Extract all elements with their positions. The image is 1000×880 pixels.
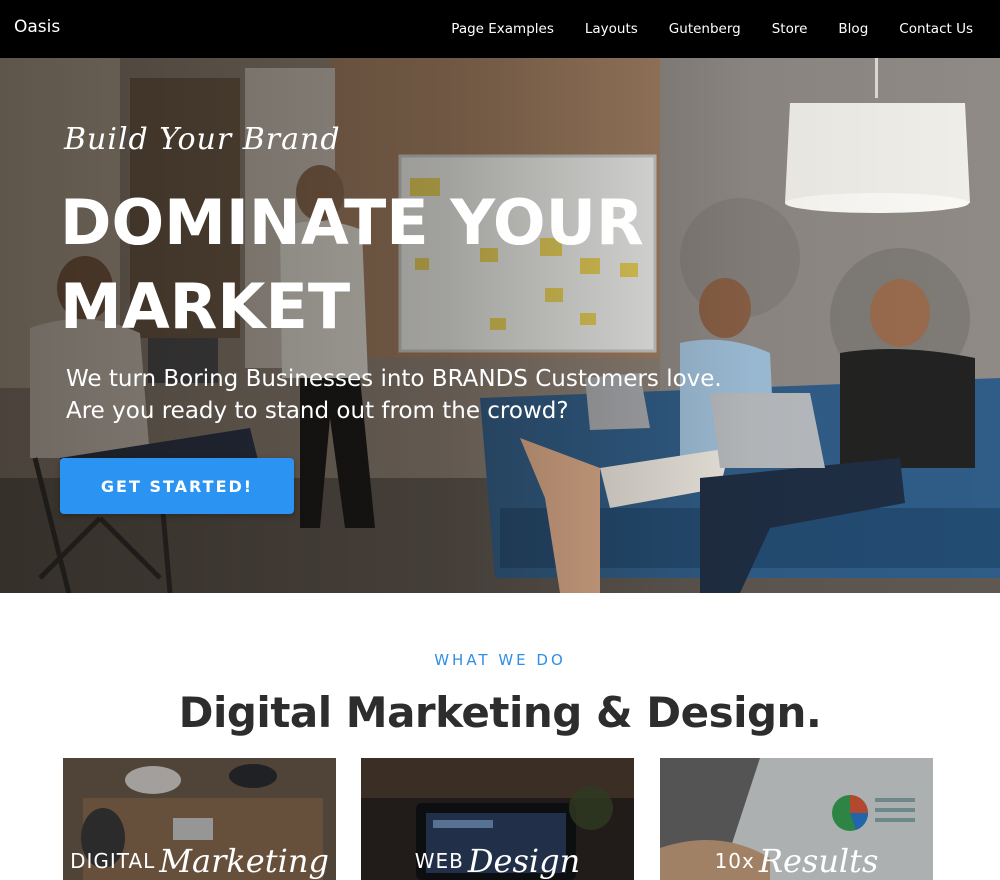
top-navigation-bar: Oasis Page Examples Layouts Gutenberg St… xyxy=(0,0,1000,58)
hero-subtext: We turn Boring Businesses into BRANDS Cu… xyxy=(66,363,746,427)
service-card-label-plain: WEB xyxy=(414,849,464,873)
service-card-label-plain: DIGITAL xyxy=(70,849,156,873)
nav-item-store[interactable]: Store xyxy=(772,21,808,37)
service-card-label: 10x Results xyxy=(660,842,933,880)
hero-subtext-line-1: We turn Boring Businesses into BRANDS Cu… xyxy=(66,366,722,392)
service-card-label: WEB Design xyxy=(361,842,634,880)
service-card-web-design[interactable]: WEB Design xyxy=(361,758,634,880)
hero-headline-line-2: MARKET xyxy=(60,270,351,343)
nav-item-contact-us[interactable]: Contact Us xyxy=(899,21,973,37)
site-logo[interactable]: Oasis xyxy=(14,17,60,37)
service-card-label-script: Results xyxy=(758,842,879,880)
section-eyebrow: WHAT WE DO xyxy=(434,651,566,669)
hero-subtext-line-2: Are you ready to stand out from the crow… xyxy=(66,398,569,424)
service-card-10x-results[interactable]: 10x Results xyxy=(660,758,933,880)
main-menu: Page Examples Layouts Gutenberg Store Bl… xyxy=(451,0,1000,58)
hero-headline-line-1: DOMINATE YOUR xyxy=(60,186,644,259)
nav-item-blog[interactable]: Blog xyxy=(838,21,868,37)
hero-headline: DOMINATE YOUR MARKET xyxy=(60,181,700,349)
get-started-button[interactable]: GET STARTED! xyxy=(60,458,294,514)
section-title: Digital Marketing & Design. xyxy=(178,688,822,737)
service-card-digital-marketing[interactable]: DIGITAL Marketing xyxy=(63,758,336,880)
service-card-label: DIGITAL Marketing xyxy=(63,842,336,880)
hero-tagline: Build Your Brand xyxy=(64,122,341,157)
nav-item-gutenberg[interactable]: Gutenberg xyxy=(669,21,741,37)
service-cards: DIGITAL Marketing WEB Design 10x Results xyxy=(63,758,937,880)
nav-item-page-examples[interactable]: Page Examples xyxy=(451,21,554,37)
service-card-label-script: Design xyxy=(467,842,581,880)
hero-section: Build Your Brand DOMINATE YOUR MARKET We… xyxy=(0,58,1000,593)
service-card-label-plain: 10x xyxy=(714,849,755,873)
service-card-label-script: Marketing xyxy=(159,842,329,880)
nav-item-layouts[interactable]: Layouts xyxy=(585,21,638,37)
